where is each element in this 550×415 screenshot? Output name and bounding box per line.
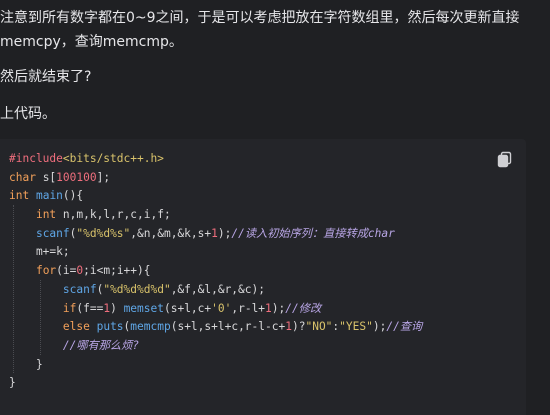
code-line: char s[100100]; (9, 169, 422, 188)
code-token: 100100 (56, 170, 97, 184)
code-token: (s+l,c+ (163, 301, 212, 315)
code-token: main (35, 189, 63, 203)
code-token: m+=k; (9, 245, 70, 259)
code-token: //修改 (285, 301, 322, 315)
code-token: (i= (56, 264, 77, 278)
code-token: ,&n,&m,&k,s+ (130, 226, 212, 240)
code-token: int (35, 208, 57, 222)
code-token: #include (9, 152, 63, 165)
code-line: int main(){ (9, 187, 422, 206)
code-line: else puts(memcmp(s+l,s+l+c,r-l-c+1)?"NO"… (9, 318, 422, 337)
code-line: } (9, 356, 422, 375)
code-token: ); (217, 226, 232, 240)
code-line: } (9, 374, 422, 393)
code-token: ;i<m;i++){ (83, 264, 151, 278)
code-token: (s+l,s+l+c,r-l-c+ (170, 320, 286, 334)
code-token: //哪有那么烦? (62, 338, 140, 352)
code-token: 1 (211, 226, 218, 240)
code-token: for (35, 264, 57, 278)
code-line: scanf("%d%d%s",&n,&m,&k,s+1);//读入初始序列：直接… (9, 225, 422, 244)
code-token: '0' (211, 301, 232, 315)
code-token: } (9, 357, 43, 371)
code-line: int n,m,k,l,r,c,i,f; (9, 206, 422, 225)
code-token: n,m,k,l,r,c,i,f; (56, 208, 171, 222)
code-token: scanf (35, 226, 70, 240)
code-token: (f== (76, 301, 104, 315)
code-line: if(f==1) memset(s+l,c+'0',r-l+1);//修改 (9, 300, 422, 319)
code-token: 1 (265, 301, 272, 315)
code-token: s[ (35, 170, 57, 184)
code-token: ]; (96, 170, 111, 184)
code-token: puts (96, 320, 124, 334)
copy-icon (497, 151, 512, 168)
code-line: scanf("%d%d%d%d",&f,&l,&r,&c); (9, 281, 422, 300)
code-token: char (9, 170, 36, 184)
code-token: "NO" (305, 320, 333, 334)
code-token: //读入初始序列：直接转成char (231, 226, 395, 240)
code-token: //查询 (386, 320, 423, 334)
code-content[interactable]: #include<bits/stdc++.h> char s[100100]; in… (9, 150, 422, 393)
paragraph-code-intro: 上代码。 (0, 106, 56, 122)
code-token: "%d%d%d%d" (103, 282, 171, 296)
paragraph-intro-line2: memcpy，查询memcmp。 (0, 34, 183, 50)
code-line: #include<bits/stdc++.h> (9, 150, 422, 169)
code-token: ) (110, 301, 124, 315)
code-token: "%d%d%s" (76, 226, 131, 240)
copy-code-button[interactable] (496, 150, 514, 168)
code-token: ,r-l+ (231, 301, 266, 315)
code-token: scanf (62, 282, 97, 296)
code-line: m+=k; (9, 243, 422, 262)
code-token: else (62, 320, 90, 334)
code-token: ,&f,&l,&r,&c); (170, 282, 265, 296)
paragraph-end-question: 然后就结束了? (0, 69, 92, 85)
code-token: )? (291, 320, 306, 334)
code-token: <bits/stdc++.h> (62, 152, 164, 165)
paragraph-intro-line1: 注意到所有数字都在0~9之间，于是可以考虑把放在字符数组里，然后每次更新直接 (0, 10, 520, 26)
code-token: if (62, 301, 77, 315)
code-token: ); (372, 320, 387, 334)
code-token: memset (123, 301, 164, 315)
code-token: ); (271, 301, 286, 315)
code-token: } (9, 376, 16, 390)
code-token: 1 (285, 320, 292, 334)
code-token: memcmp (130, 320, 171, 334)
code-line: //哪有那么烦? (9, 337, 422, 356)
code-line: for(i=0;i<m;i++){ (9, 262, 422, 281)
code-token: int (9, 189, 30, 203)
code-token: (){ (62, 189, 84, 203)
code-token: "YES" (339, 320, 373, 334)
